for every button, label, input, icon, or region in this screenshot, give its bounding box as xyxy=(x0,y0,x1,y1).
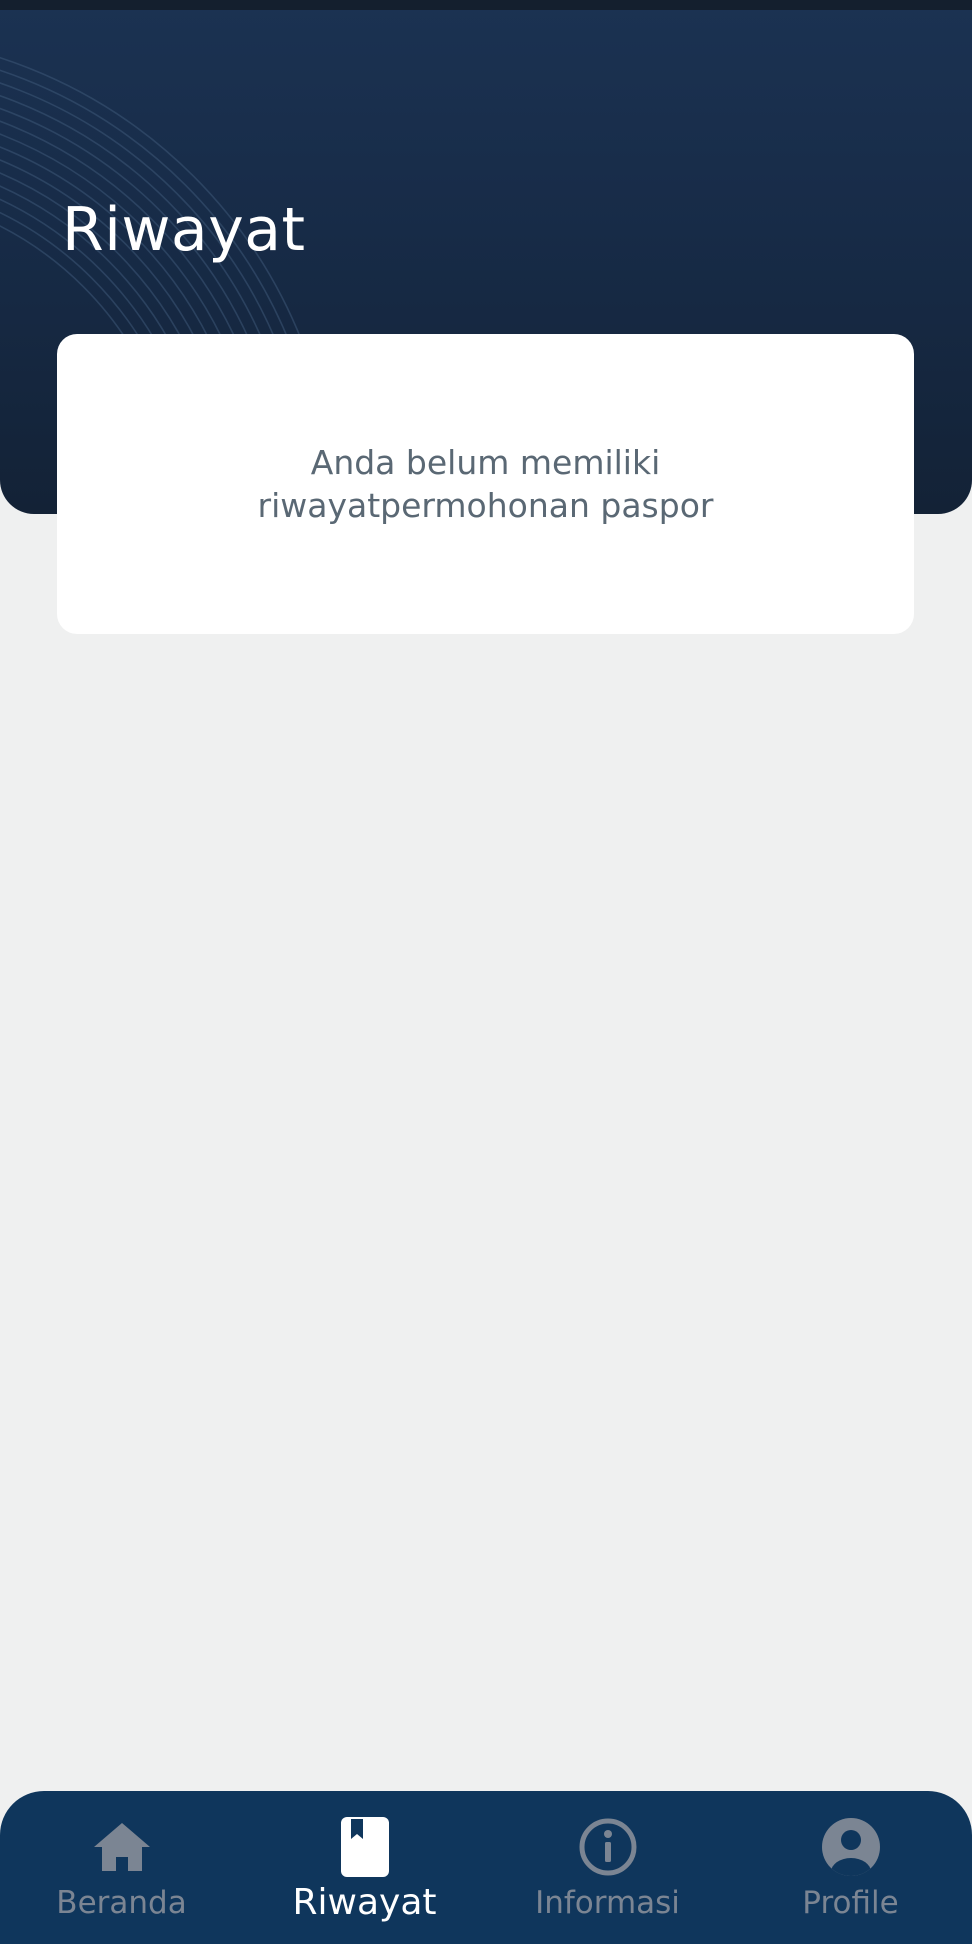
nav-label-informasi: Informasi xyxy=(535,1885,680,1921)
nav-label-profile: Profile xyxy=(802,1885,899,1921)
nav-item-beranda[interactable]: Beranda xyxy=(0,1791,243,1944)
empty-state-line-2: riwayatpermohonan paspor xyxy=(257,486,714,525)
bookmark-book-icon xyxy=(340,1817,389,1877)
nav-label-riwayat: Riwayat xyxy=(292,1882,437,1923)
empty-state-message: Anda belum memiliki riwayatpermohonan pa… xyxy=(226,441,746,527)
page-title: Riwayat xyxy=(62,195,306,265)
empty-state-line-1: Anda belum memiliki xyxy=(310,443,661,482)
nav-item-riwayat[interactable]: Riwayat xyxy=(243,1791,486,1944)
nav-label-beranda: Beranda xyxy=(56,1885,187,1921)
nav-item-profile[interactable]: Profile xyxy=(729,1791,972,1944)
home-icon xyxy=(93,1823,150,1871)
nav-item-informasi[interactable]: Informasi xyxy=(486,1791,729,1944)
bottom-navigation: Beranda Riwayat Informasi Profile xyxy=(0,1791,972,1944)
empty-state-card: Anda belum memiliki riwayatpermohonan pa… xyxy=(57,334,914,634)
status-bar xyxy=(0,0,972,10)
user-circle-icon xyxy=(821,1818,880,1876)
info-circle-icon xyxy=(579,1818,636,1876)
